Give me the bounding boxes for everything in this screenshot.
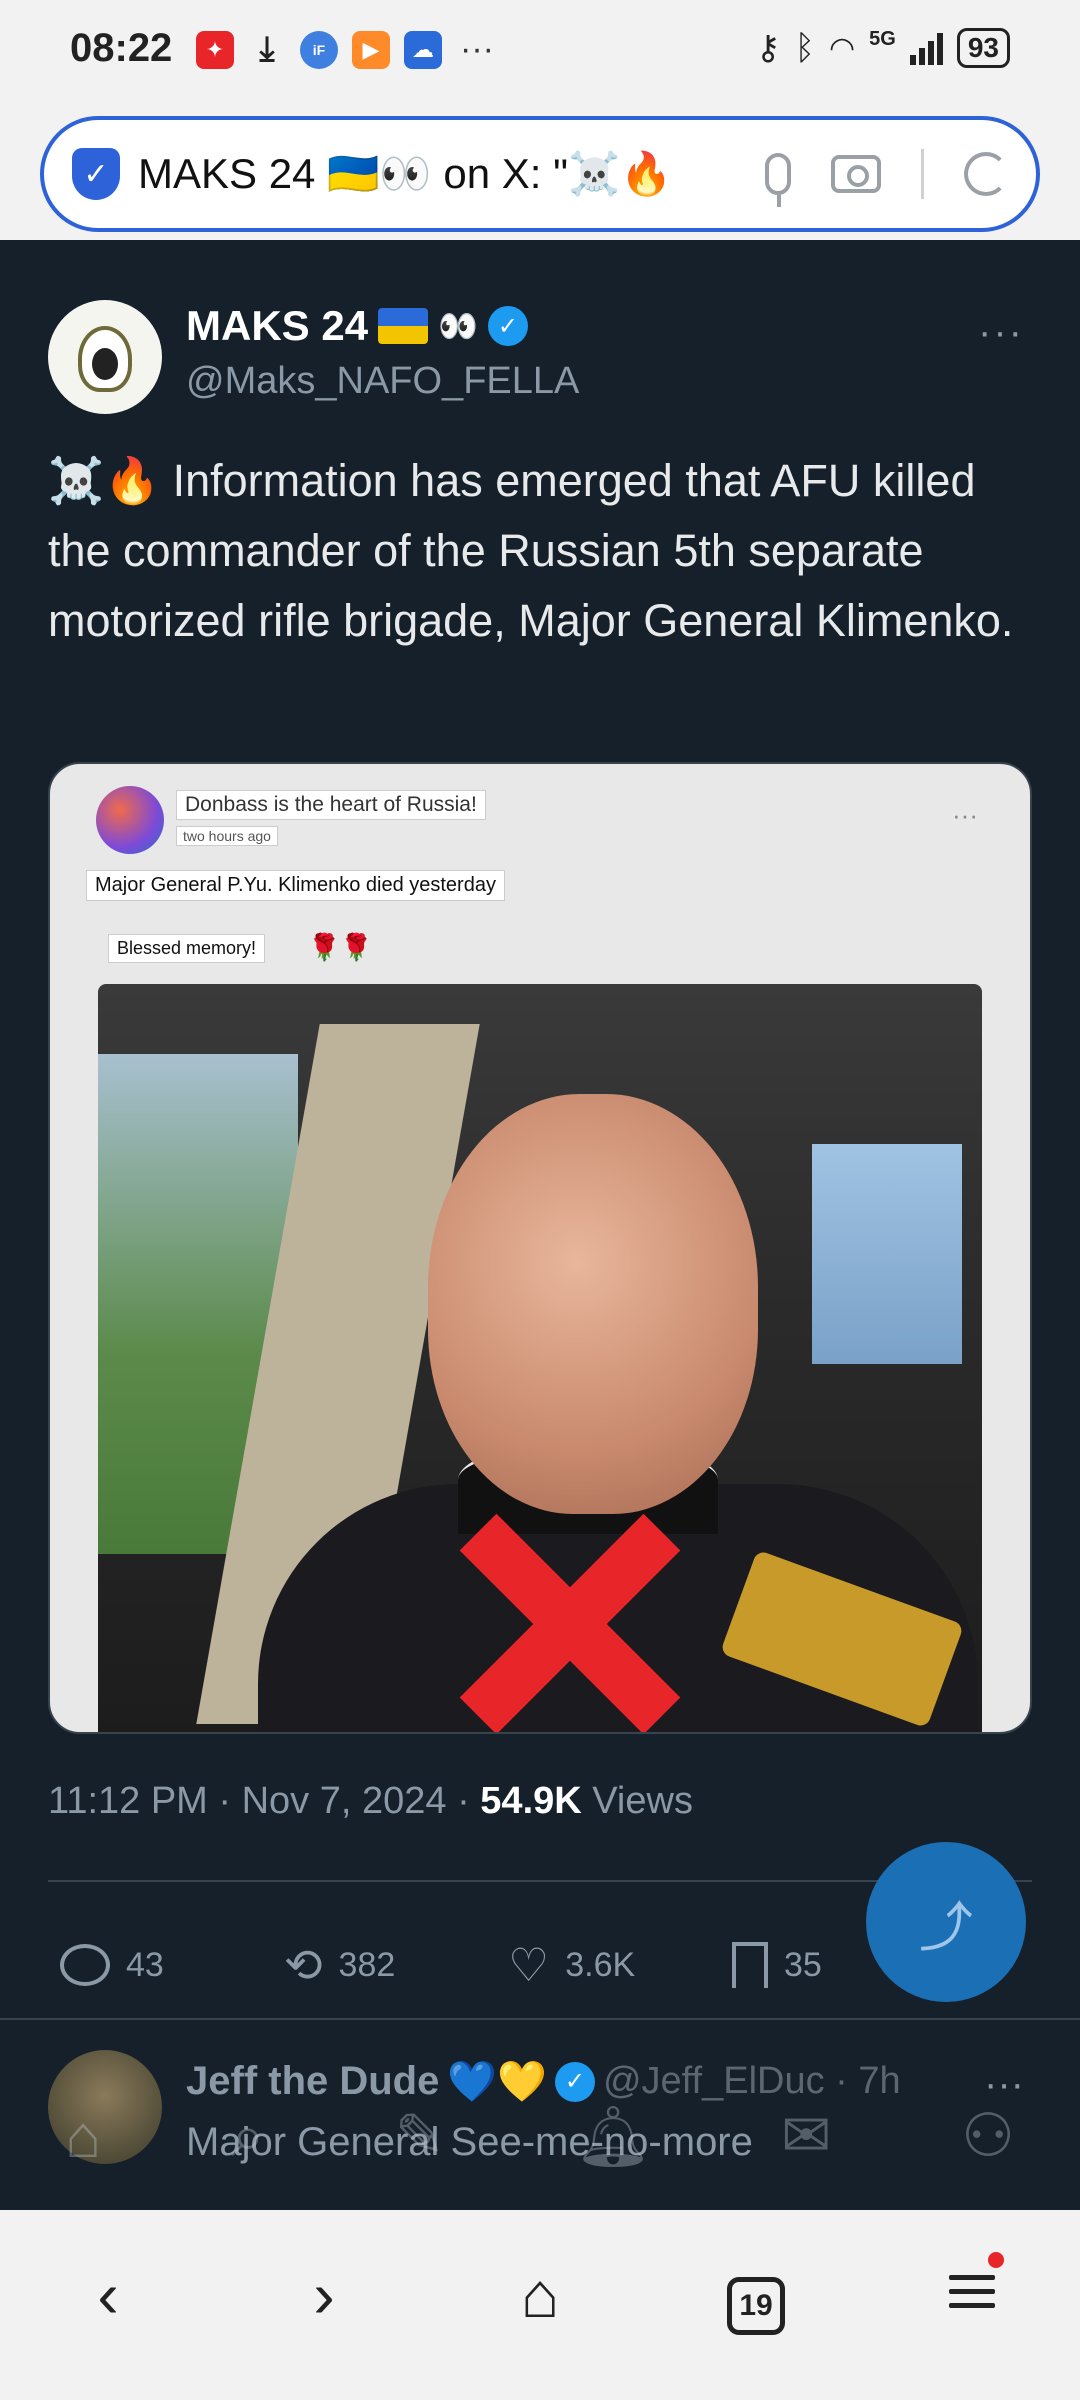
home-icon[interactable]: ⌂ — [490, 2258, 590, 2332]
download-icon: ⤓ — [259, 30, 275, 68]
tweet-text: ☠️🔥 Information has emerged that AFU kil… — [48, 455, 1014, 646]
red-x-icon — [448, 1504, 688, 1732]
play-icon: ▶ — [352, 30, 390, 69]
inner-post-caption: Major General P.Yu. Klimenko died yester… — [86, 870, 505, 901]
like-button[interactable]: ♡ 3.6K — [508, 1938, 732, 1992]
notification-icons: ✦ ⤓ iF ▶ ☁ ··· — [196, 30, 494, 69]
system-icons: ⚷ ᛒ ◠ 5G 93 — [756, 28, 1010, 68]
reply-icon — [60, 1944, 110, 1986]
status-time: 08:22 — [70, 26, 173, 70]
cloud-app-icon: ☁ — [404, 30, 442, 69]
repost-icon: ⟲ — [284, 1939, 323, 1991]
menu-icon — [949, 2266, 995, 2317]
browser-bottom-nav: ‹ › ⌂ 19 — [0, 2210, 1080, 2400]
ifly-icon: iF — [300, 30, 338, 69]
author-name[interactable]: MAKS 24 — [186, 302, 368, 350]
community-icon[interactable]: ⚇ — [961, 2101, 1015, 2171]
author-avatar[interactable] — [48, 300, 162, 414]
face — [428, 1094, 758, 1514]
more-options-icon[interactable]: ··· — [978, 310, 1024, 355]
notification-dot — [988, 2252, 1004, 2268]
tweet-media[interactable]: Donbass is the heart of Russia! two hour… — [48, 762, 1032, 1734]
verified-badge-icon: ✓ — [487, 306, 528, 346]
inner-post-memory: Blessed memory! — [108, 934, 266, 963]
menu-button[interactable] — [922, 2252, 1022, 2332]
battery-indicator: 93 — [956, 28, 1010, 68]
microphone-icon[interactable] — [765, 153, 791, 207]
like-count: 3.6K — [565, 1945, 636, 1984]
bookmark-count: 35 — [784, 1945, 822, 1984]
wifi-icon: ◠ — [828, 31, 856, 65]
mask-mouth — [92, 348, 118, 380]
roses-emoji: 🌹🌹 — [308, 932, 373, 962]
inner-more-icon: ··· — [952, 800, 978, 830]
home-icon[interactable]: ⌂ — [65, 2102, 101, 2171]
tabs-button[interactable]: 19 — [706, 2256, 806, 2335]
mail-icon[interactable]: ✉ — [781, 2101, 831, 2171]
inner-post-time: two hours ago — [176, 826, 278, 846]
bell-icon[interactable]: 🔔︎ — [575, 2101, 651, 2172]
reload-icon[interactable] — [964, 152, 1008, 196]
inner-post-title: Donbass is the heart of Russia! — [176, 790, 486, 820]
tweet-timestamp[interactable]: 11:12 PM · Nov 7, 2024 · — [48, 1780, 480, 1822]
camera-icon[interactable] — [831, 155, 881, 193]
compose-icon[interactable]: ✎ — [395, 2101, 445, 2171]
status-bar: 08:22 ✦ ⤓ iF ▶ ☁ ··· ⚷ ᛒ ◠ 5G 93 — [0, 0, 1080, 100]
bluetooth-icon: ᛒ — [794, 28, 815, 67]
divider — [0, 2018, 1080, 2020]
officer-photo — [98, 984, 982, 1732]
tweet-actions: 43 ⟲ 382 ♡ 3.6K 35 — [60, 1930, 960, 2000]
heart-icon: ♡ — [508, 1939, 550, 1991]
eyes-emoji: 👀 — [438, 308, 478, 344]
reply-count: 43 — [126, 1945, 164, 1984]
shield-check-icon[interactable]: ✓ — [72, 148, 120, 200]
search-icon[interactable]: ⌕ — [231, 2101, 265, 2171]
inner-post-avatar — [96, 786, 164, 854]
share-fab-icon[interactable]: ⤴ — [866, 1842, 1026, 2002]
reply-button[interactable]: 43 — [60, 1944, 284, 1986]
address-bar[interactable]: ✓ MAKS 24 🇺🇦👀 on X: "☠️🔥 — [40, 116, 1040, 232]
car-window-right — [812, 1144, 962, 1364]
views-label: Views — [581, 1780, 693, 1822]
more-notifications-icon: ··· — [460, 30, 494, 68]
network-type: 5G — [869, 28, 896, 50]
ukraine-flag-icon — [378, 308, 429, 344]
forward-icon[interactable]: › — [274, 2258, 374, 2332]
author-handle[interactable]: @Maks_NAFO_FELLA — [186, 360, 579, 403]
x-app-nav: ⌂ ⌕ ✎ 🔔︎ ✉ ⚇ — [0, 2076, 1080, 2196]
author-name-row[interactable]: MAKS 24 👀 ✓ — [186, 302, 528, 350]
browser-toolbar: ✓ MAKS 24 🇺🇦👀 on X: "☠️🔥 — [0, 100, 1080, 240]
key-icon: ⚷ — [755, 29, 781, 67]
tab-count: 19 — [727, 2276, 785, 2335]
divider — [921, 149, 924, 199]
tweet-meta: 11:12 PM · Nov 7, 2024 · 54.9K Views — [48, 1780, 693, 1823]
address-bar-actions — [765, 149, 1008, 207]
back-icon[interactable]: ‹ — [58, 2258, 158, 2332]
repost-button[interactable]: ⟲ 382 — [284, 1938, 508, 1992]
repost-count: 382 — [338, 1945, 396, 1984]
views-count: 54.9K — [480, 1780, 582, 1822]
signal-icon — [909, 31, 943, 65]
tweet: MAKS 24 👀 ✓ @Maks_NAFO_FELLA ··· ☠️🔥 Inf… — [0, 240, 1080, 2210]
url-text[interactable]: MAKS 24 🇺🇦👀 on X: "☠️🔥 — [138, 150, 698, 199]
app-notification-icon: ✦ — [196, 30, 234, 69]
bookmark-icon — [732, 1942, 768, 1988]
